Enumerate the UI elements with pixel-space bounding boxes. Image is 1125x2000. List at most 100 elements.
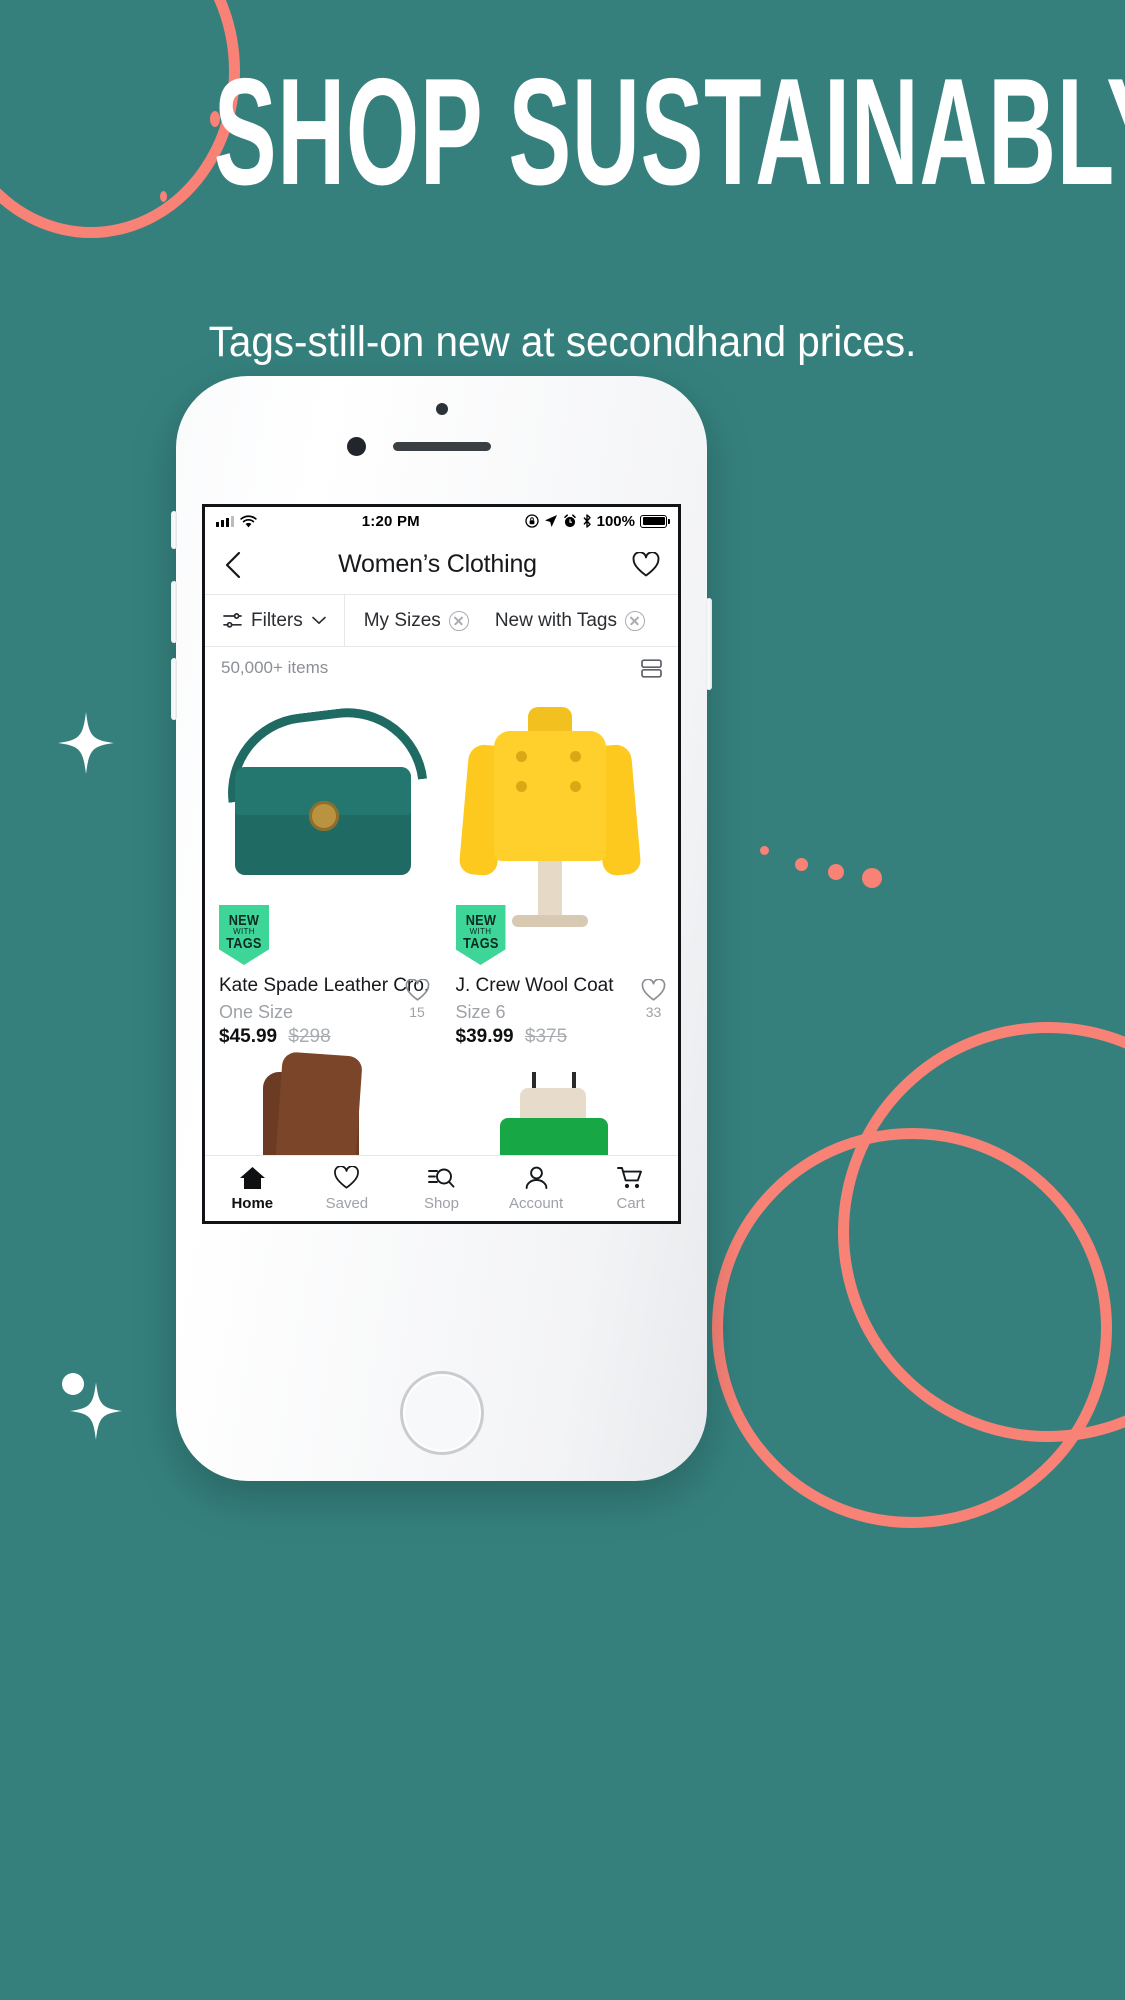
rotation-lock-icon	[524, 514, 539, 528]
coat-body	[493, 731, 606, 861]
status-bar-time: 1:20 PM	[361, 512, 420, 530]
filter-bar: Filters My Sizes New with Tags	[205, 595, 678, 647]
badge-line-tags: TAGS	[462, 934, 499, 952]
product-grid-row-1: NEW WITH TAGS Kate Spade Leather Cro... …	[205, 689, 678, 1054]
product-like-control[interactable]: 33	[641, 979, 666, 1020]
earpiece-speaker	[392, 442, 491, 451]
chevron-left-icon[interactable]	[223, 550, 243, 580]
heart-icon	[334, 1165, 360, 1189]
product-image-handbag[interactable]: NEW WITH TAGS	[205, 689, 442, 965]
tab-shop[interactable]: Shop	[394, 1166, 489, 1212]
results-count-row: 50,000+ items	[205, 647, 678, 689]
tab-saved[interactable]: Saved	[300, 1165, 395, 1212]
product-image-coat[interactable]: NEW WITH TAGS	[442, 689, 679, 965]
handbag-clasp	[309, 801, 339, 831]
volume-down-button[interactable]	[171, 658, 177, 720]
product-price-row: $39.99 $375	[456, 1026, 665, 1048]
bottom-tab-bar: Home Saved Shop Account Cart	[205, 1155, 678, 1221]
filter-chip-new-with-tags[interactable]: New with Tags	[482, 610, 658, 632]
tab-cart[interactable]: Cart	[583, 1166, 678, 1212]
proximity-sensor	[435, 403, 448, 415]
close-circle-icon[interactable]	[448, 610, 469, 631]
battery-icon	[640, 514, 670, 528]
filters-button[interactable]: Filters	[205, 595, 345, 646]
sparkle-icon-left	[58, 712, 114, 774]
filters-label: Filters	[251, 609, 303, 631]
badge-line-new: NEW	[228, 911, 260, 929]
product-like-count: 33	[645, 1004, 662, 1020]
coat-button	[515, 781, 527, 792]
front-camera	[347, 437, 366, 456]
active-filter-chips: My Sizes New with Tags	[345, 595, 658, 646]
product-card[interactable]: NEW WITH TAGS Kate Spade Leather Cro... …	[205, 689, 442, 1054]
page-title: SHOP SUSTAINABLY	[213, 47, 1125, 217]
close-circle-icon[interactable]	[624, 610, 645, 631]
coral-ring-right-upper	[838, 1022, 1125, 1442]
sparkle-icon-bottom	[70, 1382, 122, 1440]
tab-home[interactable]: Home	[205, 1166, 300, 1212]
power-button[interactable]	[706, 598, 712, 690]
coat-button	[569, 751, 581, 762]
coral-dot-headline-2	[160, 191, 167, 202]
product-like-count: 15	[409, 1004, 425, 1020]
coral-dot-2	[795, 858, 808, 871]
signal-bars-icon	[216, 515, 234, 527]
location-arrow-icon	[544, 515, 557, 527]
product-price: $39.99	[455, 1026, 514, 1047]
list-view-icon[interactable]	[641, 658, 662, 678]
filter-chip-my-sizes[interactable]: My Sizes	[351, 610, 482, 632]
mute-switch[interactable]	[171, 511, 177, 549]
filter-chip-label: My Sizes	[363, 609, 441, 631]
coral-ring-right-lower	[712, 1128, 1112, 1528]
mannequin-base	[511, 915, 588, 927]
tab-account[interactable]: Account	[489, 1166, 584, 1212]
app-navigation-bar: Women’s Clothing	[205, 535, 678, 595]
tab-label: Shop	[423, 1194, 459, 1212]
product-price-row: $45.99 $298	[219, 1026, 428, 1048]
tab-label: Account	[508, 1194, 564, 1212]
page-subtitle: Tags-still-on new at secondhand prices.	[208, 318, 917, 366]
phone-mockup: 1:20 PM 100% Women’s Clothing Filters My…	[171, 376, 712, 1481]
product-title: J. Crew Wool Coat	[455, 975, 614, 996]
coral-dot-1	[760, 846, 769, 855]
volume-up-button[interactable]	[171, 581, 177, 643]
tab-label: Saved	[325, 1194, 369, 1212]
product-size: One Size	[219, 1002, 294, 1022]
person-icon	[525, 1166, 547, 1189]
home-icon	[239, 1166, 265, 1189]
product-title: Kate Spade Leather Cro...	[219, 975, 428, 996]
white-dot-bottom-left	[62, 1373, 84, 1395]
badge-line-tags: TAGS	[226, 934, 262, 952]
badge-line-new: NEW	[465, 911, 496, 929]
coral-dot-4	[862, 868, 882, 888]
coat-button	[515, 751, 527, 762]
heart-icon[interactable]	[405, 979, 430, 1002]
bluetooth-icon	[583, 514, 591, 528]
product-size: Size 6	[455, 1002, 506, 1022]
coral-dot-3	[828, 864, 844, 880]
alarm-clock-icon	[563, 514, 576, 528]
heart-icon[interactable]	[641, 979, 666, 1002]
product-like-control[interactable]: 15	[405, 979, 430, 1020]
tab-label: Cart	[616, 1194, 645, 1212]
sliders-icon	[223, 613, 242, 628]
coral-ring-top-left	[0, 0, 240, 238]
phone-screen: 1:20 PM 100% Women’s Clothing Filters My…	[202, 504, 681, 1224]
tab-label: Home	[231, 1194, 274, 1212]
cart-icon	[617, 1166, 643, 1188]
mannequin-stand	[537, 857, 562, 921]
home-button[interactable]	[399, 1371, 484, 1455]
product-original-price: $298	[288, 1026, 331, 1047]
product-info: Kate Spade Leather Cro... One Size $45.9…	[205, 949, 442, 1048]
screen-title: Women’s Clothing	[338, 550, 537, 578]
product-price: $45.99	[219, 1026, 278, 1047]
chevron-down-icon	[311, 616, 326, 624]
product-original-price: $375	[524, 1026, 568, 1047]
filter-chip-label: New with Tags	[494, 609, 617, 631]
coat-button	[569, 781, 581, 792]
heart-icon[interactable]	[632, 551, 660, 578]
battery-percent-label: 100%	[596, 512, 635, 530]
status-bar: 1:20 PM 100%	[205, 507, 678, 535]
results-count-label: 50,000+ items	[221, 658, 329, 677]
product-card[interactable]: NEW WITH TAGS J. Crew Wool Coat Size 6 $…	[442, 689, 679, 1054]
